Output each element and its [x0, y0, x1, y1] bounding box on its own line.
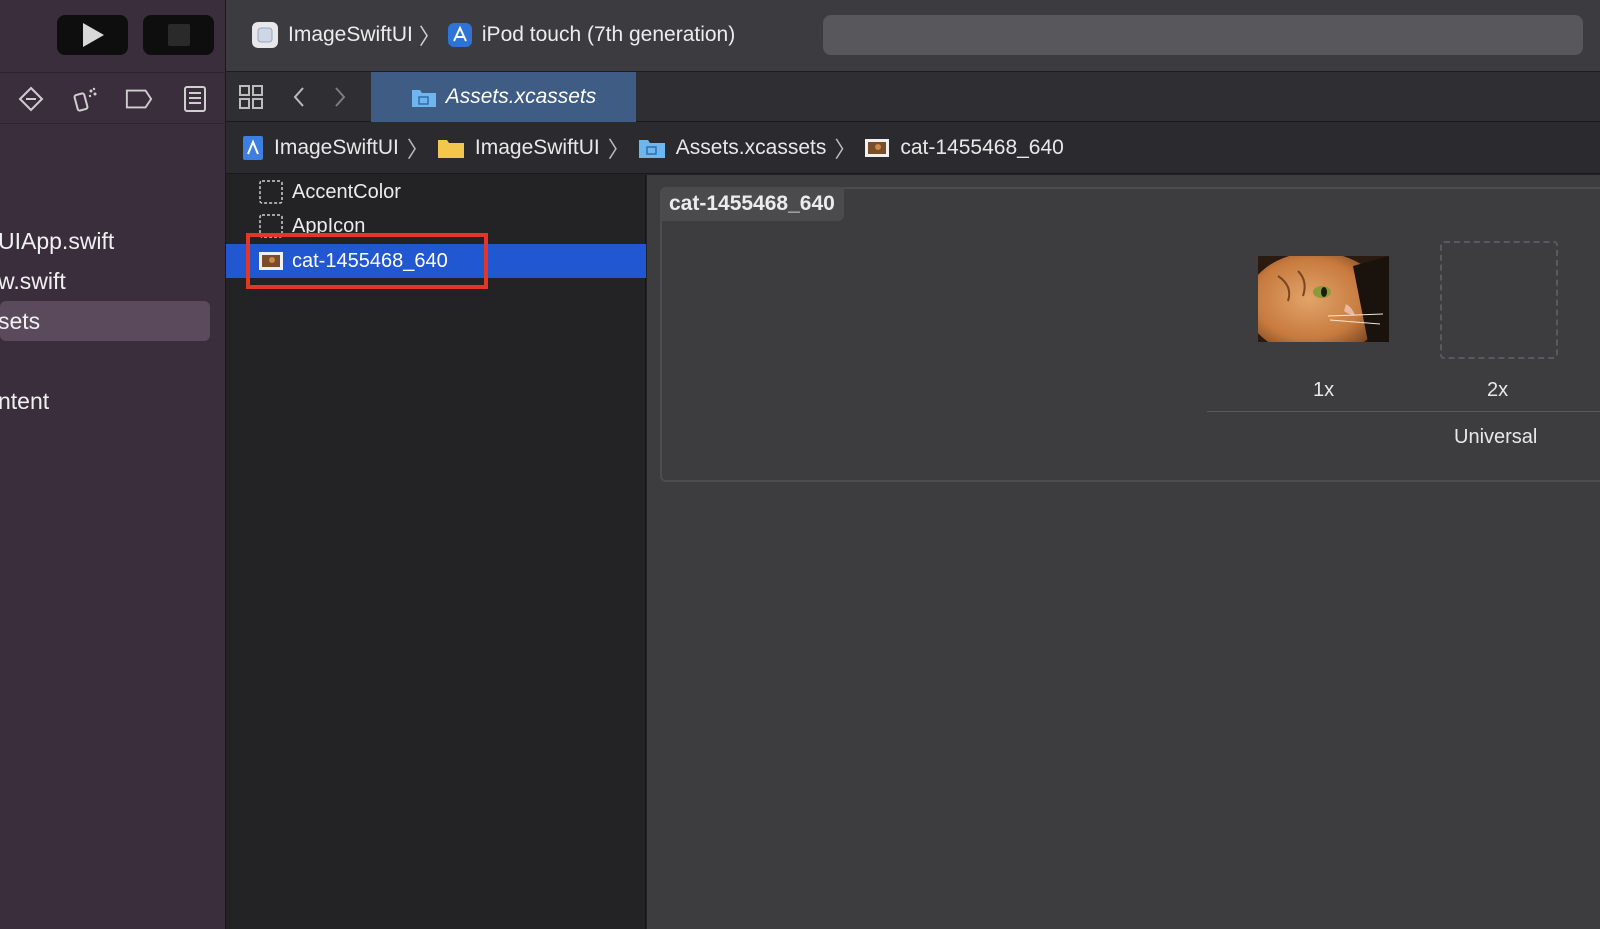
run-button[interactable] — [57, 15, 128, 55]
file-label: w.swift — [0, 267, 66, 294]
scheme-name: ImageSwiftUI — [288, 23, 413, 46]
navigator-selector-bar — [0, 72, 226, 124]
device-name: iPod touch (7th generation) — [481, 23, 736, 46]
image-set-editor: cat-1455468_640 1x 2x Universal — [647, 175, 1600, 929]
file-row[interactable]: UIApp.swift — [0, 221, 210, 261]
asset-row-accent-color[interactable]: AccentColor — [226, 175, 646, 209]
file-row-selected[interactable]: sets — [0, 301, 210, 341]
crumb-assets[interactable]: Assets.xcassets — [638, 135, 827, 160]
crumb-label: ImageSwiftUI — [274, 135, 399, 159]
file-label: UIApp.swift — [0, 227, 115, 254]
universal-label: Universal — [1454, 426, 1538, 448]
image-set-title: cat-1455468_640 — [660, 187, 844, 221]
app-icon — [252, 22, 278, 48]
asset-label: AccentColor — [292, 180, 401, 203]
back-chevron-icon[interactable] — [286, 84, 312, 110]
crumb-label: cat-1455468_640 — [900, 135, 1064, 159]
asset-catalog-outline: AccentColor AppIcon cat-1455468_640 — [226, 175, 646, 929]
crumb-label: Assets.xcassets — [675, 135, 827, 159]
file-label: sets — [0, 307, 41, 334]
crumb-project[interactable]: ImageSwiftUI — [242, 135, 399, 161]
chevron-right-icon: 〉 — [418, 24, 441, 49]
color-set-icon — [259, 180, 283, 204]
cat-photo-thumbnail — [1258, 256, 1389, 342]
editor-tab-bar: Assets.xcassets — [226, 72, 1600, 122]
slot-label-1x: 1x — [1313, 379, 1335, 401]
chevron-right-icon: 〉 — [607, 136, 630, 162]
folder-icon — [437, 137, 465, 159]
tab-label: Assets.xcassets — [445, 85, 597, 108]
crumb-group[interactable]: ImageSwiftUI — [437, 136, 600, 160]
forward-chevron-icon[interactable] — [327, 84, 353, 110]
divider — [1207, 411, 1600, 412]
scheme-selector[interactable]: ImageSwiftUI 〉 iPod touch (7th generatio… — [252, 20, 735, 50]
activity-view — [823, 15, 1583, 55]
asset-folder-icon — [411, 90, 436, 107]
stop-icon — [167, 24, 190, 46]
slot-label-2x: 2x — [1487, 379, 1509, 401]
image-set-icon — [864, 138, 890, 158]
file-row[interactable]: ntent — [0, 381, 210, 421]
window-toolbar: ImageSwiftUI 〉 iPod touch (7th generatio… — [226, 0, 1600, 72]
project-icon — [242, 135, 264, 161]
play-icon — [82, 23, 104, 47]
asset-folder-icon — [638, 137, 666, 159]
chevron-right-icon: 〉 — [406, 136, 429, 162]
image-slot-1x[interactable] — [1258, 256, 1389, 342]
grid-icon[interactable] — [238, 84, 264, 110]
stop-button[interactable] — [143, 15, 214, 55]
annotation-highlight-box — [246, 233, 488, 289]
tab-assets[interactable]: Assets.xcassets — [371, 72, 636, 122]
jump-bar: ImageSwiftUI 〉 ImageSwiftUI 〉 Assets.xca… — [226, 122, 1600, 174]
report-navigator-icon[interactable] — [181, 85, 209, 113]
crumb-image-set[interactable]: cat-1455468_640 — [864, 135, 1064, 160]
xcode-app-icon — [447, 23, 472, 47]
breakpoint-navigator-icon[interactable] — [17, 85, 45, 113]
chevron-right-icon: 〉 — [834, 136, 857, 162]
tag-icon[interactable] — [125, 85, 153, 113]
file-row[interactable]: w.swift — [0, 261, 210, 301]
project-navigator: UIApp.swift w.swift sets ntent — [0, 0, 226, 929]
crumb-label: ImageSwiftUI — [474, 135, 600, 159]
debug-navigator-icon[interactable] — [72, 85, 100, 113]
image-slot-2x[interactable] — [1440, 241, 1558, 359]
file-label: ntent — [0, 387, 50, 414]
